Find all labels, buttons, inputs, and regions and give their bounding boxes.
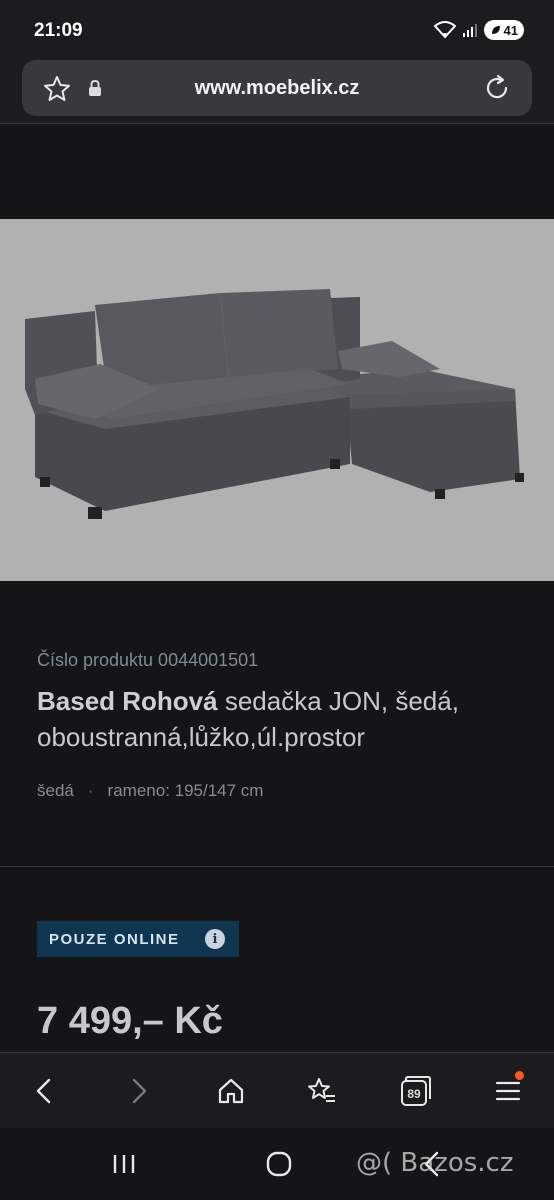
product-title: Based Rohová sedačka JON, šedá, oboustra… — [37, 683, 537, 755]
bookmarks-button[interactable] — [302, 1071, 342, 1111]
watermark: @( Bazos.cz — [356, 1148, 514, 1178]
home-circle-icon[interactable] — [265, 1150, 293, 1178]
tabs-count: 89 — [407, 1087, 421, 1101]
home-icon — [218, 1078, 244, 1104]
url-text[interactable]: www.moebelix.cz — [22, 77, 532, 100]
star-list-icon — [308, 1078, 335, 1102]
chevron-right-icon — [132, 1078, 147, 1104]
tabs-button[interactable]: 89 — [395, 1071, 435, 1111]
battery-indicator: 41 — [483, 20, 524, 40]
chevron-left-icon — [36, 1078, 51, 1104]
product-image[interactable] — [0, 219, 554, 581]
notification-dot — [515, 1071, 524, 1080]
signal-icon — [462, 24, 477, 37]
divider — [0, 866, 554, 867]
status-icons: 41 — [433, 20, 524, 40]
product-price: 7 499,– Kč — [37, 1000, 223, 1042]
address-bar[interactable]: www.moebelix.cz — [22, 60, 532, 116]
browser-toolbar: www.moebelix.cz — [0, 60, 554, 124]
hamburger-icon — [495, 1081, 521, 1101]
wifi-icon — [433, 21, 456, 39]
info-icon[interactable]: i — [205, 929, 225, 949]
meta-separator: · — [87, 781, 94, 800]
product-meta: šedá · rameno: 195/147 cm — [37, 781, 537, 801]
product-dimensions: rameno: 195/147 cm — [107, 781, 264, 800]
forward-button[interactable] — [119, 1071, 159, 1111]
recent-apps-icon[interactable] — [110, 1152, 138, 1176]
product-number: Číslo produktu 0044001501 — [37, 650, 259, 670]
back-button[interactable] — [24, 1071, 64, 1111]
badge-label: POUZE ONLINE — [49, 930, 180, 948]
home-button[interactable] — [211, 1071, 251, 1111]
product-info: Číslo produktu 0044001501 Based Rohová s… — [37, 650, 537, 801]
system-navigation: @( Bazos.cz — [0, 1128, 554, 1200]
status-time: 21:09 — [34, 20, 83, 41]
reload-icon[interactable] — [482, 73, 512, 103]
sofa-illustration — [25, 289, 524, 519]
leaf-icon — [491, 26, 500, 34]
browser-bottom-bar: 89 — [0, 1052, 554, 1128]
product-color: šedá — [37, 781, 74, 800]
product-title-bold: Based Rohová — [37, 686, 218, 716]
page-content: Číslo produktu 0044001501 Based Rohová s… — [0, 124, 554, 1052]
online-only-badge[interactable]: POUZE ONLINE i — [37, 921, 239, 957]
battery-level: 41 — [503, 22, 518, 38]
menu-button[interactable] — [488, 1071, 528, 1111]
status-bar: 21:09 41 — [0, 0, 554, 60]
